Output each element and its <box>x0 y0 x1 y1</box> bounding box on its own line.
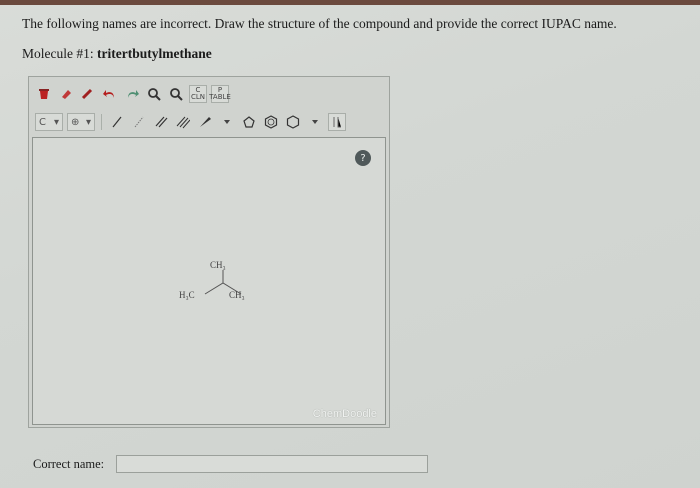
double-bond-icon[interactable] <box>152 113 170 131</box>
help-button[interactable]: ? <box>355 150 371 166</box>
periodic-icon: P TABLE <box>209 87 231 101</box>
toolbar-row-draw: C ▾ ⊕ ▾ <box>35 111 346 133</box>
molecule-name: tritertbutylmethane <box>96 46 212 61</box>
chevron-down-icon: ▾ <box>53 116 59 128</box>
correct-name-input[interactable] <box>116 455 428 473</box>
chevron-down-icon: ▾ <box>85 116 91 128</box>
charge-dropdown[interactable]: ⊕ ▾ <box>67 113 95 131</box>
help-icon: ? <box>360 152 366 164</box>
lasso-icon[interactable] <box>79 85 97 103</box>
ring-more-dropdown-icon[interactable] <box>306 113 324 131</box>
molecule-heading: Molecule #1: tritertbutylmethane <box>22 46 212 62</box>
zoom-out-icon[interactable] <box>167 85 185 103</box>
bond-more-dropdown-icon[interactable] <box>218 113 236 131</box>
triple-bond-icon[interactable] <box>174 113 192 131</box>
undo-icon[interactable] <box>101 85 119 103</box>
drawing-canvas[interactable]: ? CH₃ H₃C CH₃ ChemDoodle <box>32 137 386 425</box>
zoom-in-icon[interactable] <box>145 85 163 103</box>
ring-cyclohexane-icon[interactable] <box>284 113 302 131</box>
toolbar-row-main: C CLN P TABLE <box>35 83 231 105</box>
chemdoodle-sketcher: C CLN P TABLE C ▾ ⊕ ▾ ? CH₃ H₃C CH₃ Chem… <box>28 76 390 428</box>
periodic-table-button[interactable]: P TABLE <box>209 85 231 103</box>
chain-tool-icon[interactable] <box>328 113 346 131</box>
charge-dropdown-value: ⊕ <box>71 116 80 128</box>
single-bond-icon[interactable] <box>108 113 126 131</box>
atom-left-methyl[interactable]: H₃C <box>179 290 195 300</box>
correct-name-label: Correct name: <box>33 457 105 471</box>
element-dropdown-value: C <box>39 116 46 128</box>
window-top-strip <box>0 0 700 5</box>
atom-right-methyl[interactable]: CH₃ <box>229 290 245 300</box>
toolbar-separator <box>101 114 102 130</box>
redo-icon[interactable] <box>123 85 141 103</box>
periodic-label-bottom: TABLE <box>209 93 231 101</box>
element-dropdown[interactable]: C ▾ <box>35 113 63 131</box>
erase-icon[interactable] <box>57 85 75 103</box>
wedge-bond-icon[interactable] <box>196 113 214 131</box>
molecule-label: Molecule #1: <box>22 46 94 61</box>
clean-icon: C CLN <box>191 87 205 101</box>
ring-cyclopentane-icon[interactable] <box>240 113 258 131</box>
clear-icon[interactable] <box>35 85 53 103</box>
clean-label-bottom: CLN <box>190 93 206 101</box>
chemdoodle-brand: ChemDoodle <box>312 408 377 420</box>
bond-dropdown-icon[interactable] <box>130 113 148 131</box>
ring-benzene-icon[interactable] <box>262 113 280 131</box>
question-instruction: The following names are incorrect. Draw … <box>22 16 617 31</box>
clean-button[interactable]: C CLN <box>189 85 207 103</box>
atom-top-methyl[interactable]: CH₃ <box>210 260 226 270</box>
